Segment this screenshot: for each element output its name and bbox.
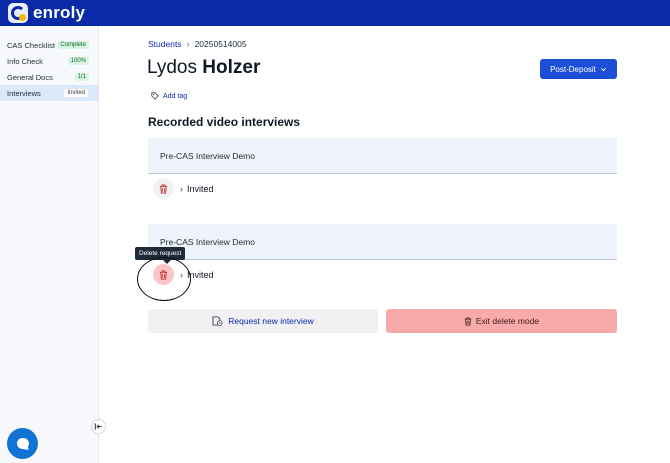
breadcrumb-current: 20250514005 (194, 39, 247, 49)
delete-request-button[interactable] (153, 178, 174, 199)
tag-icon (151, 92, 159, 100)
chevron-right-icon: › (186, 39, 190, 49)
sidebar: CAS Checklist Complete Info Check 100% G… (0, 26, 99, 463)
highlight-circle (137, 257, 191, 301)
chevron-right-icon[interactable]: › (180, 184, 183, 194)
exit-delete-mode-label: Exit delete mode (475, 316, 540, 326)
sidebar-item-label: General Docs (7, 72, 53, 82)
status-badge: Complete (57, 41, 89, 49)
sidebar-item-cas-checklist[interactable]: CAS Checklist Complete (0, 37, 98, 53)
interview-title: Pre-CAS Interview Demo (160, 150, 255, 161)
student-last-name: Holzer (202, 57, 261, 78)
chat-icon (16, 437, 29, 450)
sidebar-item-info-check[interactable]: Info Check 100% (0, 53, 98, 69)
status-badge: Invited (63, 88, 89, 98)
interview-card-header: Pre-CAS Interview Demo (148, 224, 617, 260)
sidebar-item-label: Info Check (7, 56, 43, 66)
collapse-sidebar-button[interactable] (91, 419, 106, 434)
trash-icon (159, 184, 168, 193)
status-dropdown-label: Post-Deposit (550, 64, 596, 74)
request-new-interview-label: Request new interview (228, 316, 314, 326)
section-title: Recorded video interviews (148, 115, 301, 129)
status-badge: 1/1 (74, 73, 89, 81)
student-first-name: Lydos (147, 57, 197, 78)
sidebar-item-label: CAS Checklist (7, 40, 55, 50)
page-title: Lydos Holzer (147, 57, 260, 79)
trash-icon (464, 317, 472, 325)
sidebar-item-general-docs[interactable]: General Docs 1/1 (0, 69, 98, 85)
breadcrumb: Students › 20250514005 (148, 39, 247, 49)
sidebar-item-interviews[interactable]: Interviews Invited (0, 85, 98, 101)
interview-card-header: Pre-CAS Interview Demo (148, 138, 617, 174)
request-interview-icon (212, 316, 223, 326)
chevron-down-icon (600, 67, 606, 71)
status-badge: 100% (67, 57, 89, 65)
top-bar: enroly (0, 0, 670, 26)
status-dropdown-button[interactable]: Post-Deposit (540, 59, 617, 79)
add-tag-button[interactable]: Add tag (151, 92, 187, 100)
brand-name: enroly (33, 3, 86, 22)
enroly-logo-icon (8, 3, 28, 23)
collapse-left-icon (94, 423, 102, 430)
interview-status: Invited (187, 183, 214, 194)
interview-row[interactable]: › Invited (153, 178, 214, 199)
breadcrumb-students-link[interactable]: Students (148, 39, 182, 49)
sidebar-item-label: Interviews (7, 88, 41, 98)
request-new-interview-button[interactable]: Request new interview (148, 309, 378, 333)
interview-title: Pre-CAS Interview Demo (160, 236, 255, 247)
add-tag-label: Add tag (163, 92, 188, 100)
brand-logo[interactable]: enroly (8, 3, 85, 23)
exit-delete-mode-button[interactable]: Exit delete mode (386, 309, 617, 333)
chat-widget-button[interactable] (7, 428, 38, 459)
